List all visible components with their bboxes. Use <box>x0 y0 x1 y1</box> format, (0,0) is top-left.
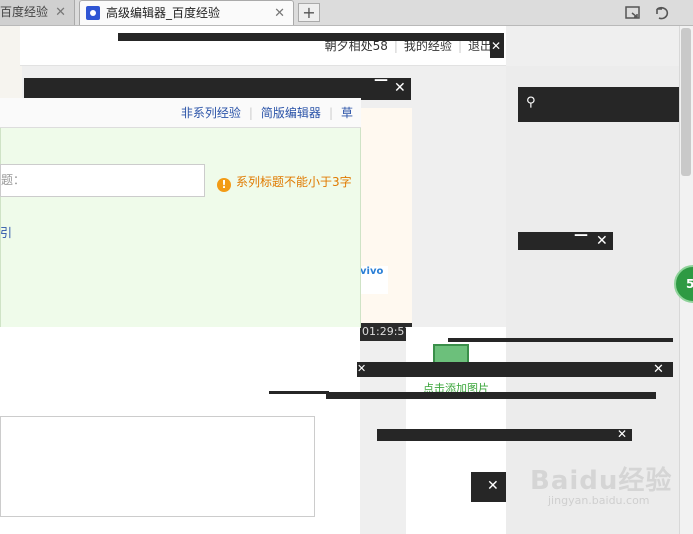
scrollbar-thumb[interactable] <box>681 28 691 176</box>
lightbulb-icon: ⚲ <box>526 95 536 110</box>
popup-titlebar: — ✕ <box>24 72 411 100</box>
site-header: 朝夕相处58 | 我的经验 | 退出 <box>20 26 506 66</box>
popup-titlebar <box>269 391 329 394</box>
close-icon[interactable]: ✕ <box>487 478 499 494</box>
undo-icon[interactable] <box>653 4 671 22</box>
close-icon[interactable]: ✕ <box>596 233 608 249</box>
close-icon[interactable]: ✕ <box>55 0 66 25</box>
close-icon[interactable]: ✕ <box>617 427 627 441</box>
tab-simple-editor[interactable]: 简版编辑器 <box>253 106 329 120</box>
tab-draft[interactable]: 草 <box>333 106 361 120</box>
vivo-image: vivo <box>360 266 388 294</box>
close-icon[interactable]: ✕ <box>274 1 285 25</box>
baidu-watermark: Baidu经验 <box>530 466 673 496</box>
popup-titlebar: — ✕ <box>518 227 613 250</box>
minimize-icon[interactable]: — <box>574 227 588 243</box>
window-icon[interactable] <box>624 4 642 22</box>
content-textbox[interactable] <box>0 416 315 517</box>
tab-label: 百度经验 <box>0 5 49 19</box>
user-link[interactable]: 朝夕相处58 <box>319 39 394 53</box>
title-input[interactable]: 题： <box>0 164 205 197</box>
warning-icon: ! <box>217 178 231 192</box>
tab-advanced-editor[interactable]: 高级编辑器_百度经验 ✕ <box>79 0 294 25</box>
editor-tabs: 非系列经验 | 简版编辑器 | 草 <box>173 98 361 128</box>
editor-panel <box>0 98 361 328</box>
thumbnail-image <box>360 108 412 338</box>
new-tab-button[interactable]: + <box>298 3 320 22</box>
video-time: 01:29:57 <box>360 323 412 341</box>
popup-titlebar: ✕ ✕ <box>357 362 673 377</box>
close-icon[interactable]: ✕ <box>653 362 664 377</box>
my-experience-link[interactable]: 我的经验 <box>398 39 458 53</box>
close-icon[interactable]: ✕ <box>491 39 501 53</box>
popup-titlebar: ⚲ <box>518 87 693 122</box>
popup-titlebar <box>118 33 504 41</box>
user-nav: 朝夕相处58 | 我的经验 | 退出 <box>319 26 506 66</box>
left-link[interactable]: 引 <box>0 224 12 241</box>
close-icon[interactable]: ✕ <box>394 80 406 96</box>
minimize-icon[interactable]: — <box>374 72 388 88</box>
watermark-url: jingyan.baidu.com <box>548 494 650 507</box>
paw-favicon-icon <box>86 6 100 20</box>
title-warning: ! 系列标题不能小于3字 <box>217 173 352 192</box>
tab-label: 高级编辑器_百度经验 <box>106 6 221 20</box>
popup-titlebar: ✕ <box>471 472 506 502</box>
editor-tabbar: 非系列经验 | 简版编辑器 | 草 <box>0 98 361 128</box>
warning-text: 系列标题不能小于3字 <box>236 175 352 189</box>
popup-titlebar <box>326 392 656 399</box>
popup-titlebar: ✕ <box>377 427 632 441</box>
tab-baidu-jingyan[interactable]: 百度经验 ✕ <box>0 0 75 25</box>
popup-titlebar: ✕ <box>490 38 504 58</box>
close-icon[interactable]: ✕ <box>357 362 366 375</box>
popup-titlebar <box>448 338 673 342</box>
tab-non-series[interactable]: 非系列经验 <box>173 106 249 120</box>
